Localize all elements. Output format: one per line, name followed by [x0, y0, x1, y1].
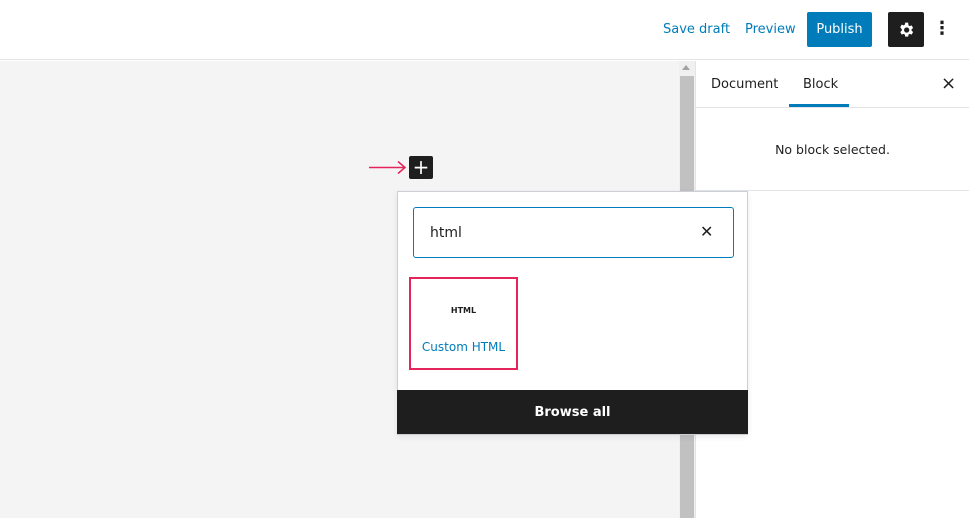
clear-search-button[interactable]: ✕ — [700, 222, 713, 241]
scroll-up-icon[interactable] — [682, 65, 690, 70]
block-item-custom-html[interactable]: HTML Custom HTML — [409, 277, 518, 370]
divider — [696, 107, 969, 108]
publish-button[interactable]: Publish — [807, 12, 872, 47]
top-toolbar: Save draft Preview Publish ⋮ — [0, 0, 969, 60]
block-item-label: Custom HTML — [421, 340, 506, 354]
browse-all-button[interactable]: Browse all — [397, 390, 748, 434]
gear-icon — [900, 22, 914, 37]
save-draft-button[interactable]: Save draft — [663, 22, 730, 37]
settings-button[interactable] — [888, 12, 924, 47]
close-sidebar-button[interactable]: × — [941, 73, 956, 94]
more-options-button[interactable]: ⋮ — [933, 18, 951, 42]
tab-document[interactable]: Document — [711, 77, 778, 92]
no-block-message: No block selected. — [775, 142, 890, 157]
block-search-input[interactable]: html — [413, 207, 734, 258]
add-block-button[interactable]: + — [409, 156, 433, 179]
html-icon: HTML — [450, 306, 477, 315]
tab-block[interactable]: Block — [803, 77, 838, 92]
search-value: html — [430, 224, 462, 241]
more-vertical-icon: ⋮ — [933, 18, 951, 39]
preview-button[interactable]: Preview — [745, 22, 796, 37]
arrow-annotation-icon — [369, 160, 407, 175]
